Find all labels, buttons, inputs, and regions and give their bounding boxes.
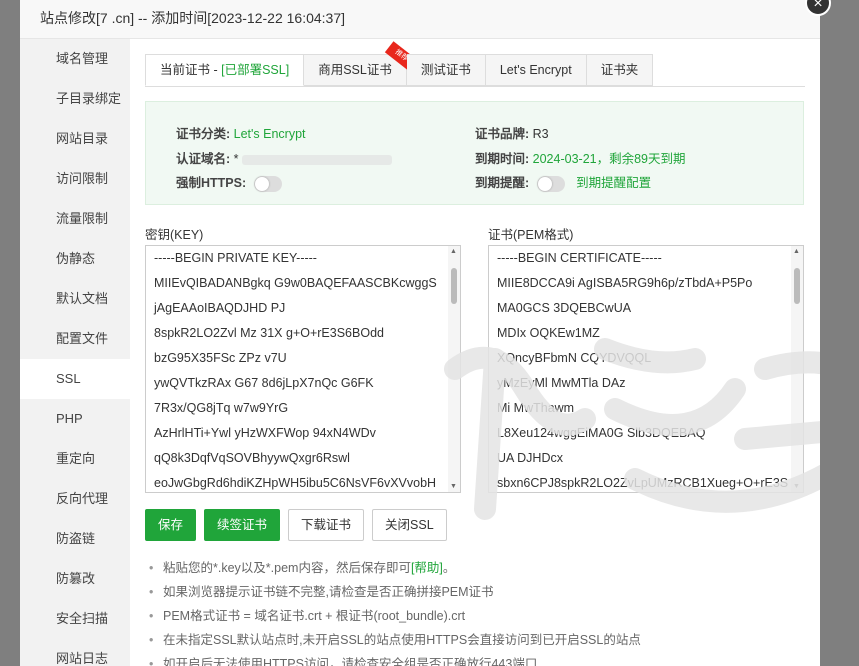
key-scrollbar[interactable]: ▲ ▼ xyxy=(448,246,460,492)
sidebar-item-subdir[interactable]: 子目录绑定 xyxy=(20,79,130,119)
tab-test-cert[interactable]: 测试证书 xyxy=(406,54,486,86)
close-ssl-button[interactable]: 关闭SSL xyxy=(372,509,447,541)
tip-item: 如开启后无法使用HTTPS访问，请检查安全组是否正确放行443端口 xyxy=(145,652,641,666)
cert-category-value: Let's Encrypt xyxy=(233,127,306,141)
cert-expiry-label: 到期时间: xyxy=(475,152,530,166)
cert-category: 证书分类: Let's Encrypt xyxy=(176,123,306,142)
key-line: 8spkR2LO2Zvl Mz 31X g+O+rE3S6BOdd xyxy=(154,326,384,340)
tip-item: 在未指定SSL默认站点时,未开启SSL的站点使用HTTPS会直接访问到已开启SS… xyxy=(145,628,641,652)
cert-brand: 证书品牌: R3 xyxy=(475,123,549,142)
cert-line: MDIx OQKEw1MZ xyxy=(497,326,600,340)
redacted-domain xyxy=(242,154,393,165)
key-textarea[interactable]: -----BEGIN PRIVATE KEY----- MIIEvQIBADAN… xyxy=(145,245,461,493)
expiry-reminder: 到期提醒: 到期提醒配置 xyxy=(475,172,651,192)
tab-current-cert-status: [已部署SSL] xyxy=(221,63,290,77)
sidebar-item-rewrite[interactable]: 伪静态 xyxy=(20,239,130,279)
sidebar-item-ssl[interactable]: SSL xyxy=(20,359,130,399)
tip-end: 。 xyxy=(442,561,456,575)
key-line: -----BEGIN PRIVATE KEY----- xyxy=(154,251,317,265)
key-scrollbar-thumb[interactable] xyxy=(451,268,457,304)
sidebar-item-site-dir[interactable]: 网站目录 xyxy=(20,119,130,159)
sidebar-item-redirect[interactable]: 重定向 xyxy=(20,439,130,479)
sidebar-item-php[interactable]: PHP xyxy=(20,399,130,439)
tab-commercial-ssl-label: 商用SSL证书 xyxy=(318,63,392,77)
key-line: 7R3x/QG8jTq w7w9YrG xyxy=(154,401,289,415)
cert-line: sbxn6CPJ8spkR2LO2ZvLpUMzRCB1Xueg+O+rE3S xyxy=(497,476,789,490)
ssl-tabs: 当前证书 - [已部署SSL] 商用SSL证书 推荐 测试证书 Let's En… xyxy=(145,41,654,86)
cert-domain-label: 认证域名: xyxy=(176,152,231,166)
ssl-panel: 当前证书 - [已部署SSL] 商用SSL证书 推荐 测试证书 Let's En… xyxy=(145,39,820,666)
cert-scrollbar[interactable]: ▲ ▼ xyxy=(791,246,803,492)
tip-item: PEM格式证书 = 域名证书.crt + 根证书(root_bundle).cr… xyxy=(145,604,641,628)
sidebar-item-traffic-limit[interactable]: 流量限制 xyxy=(20,199,130,239)
sidebar-item-reverse-proxy[interactable]: 反向代理 xyxy=(20,479,130,519)
cert-line: MA0GCS 3DQEBCwUA xyxy=(497,301,632,315)
expiry-reminder-toggle[interactable] xyxy=(536,175,565,192)
cert-line: L8Xeu124wggEiMA0G Slb3DQEBAQ xyxy=(497,426,706,440)
renew-cert-button[interactable]: 续签证书 xyxy=(204,509,281,541)
key-line: AzHrlHTi+Ywl yHzWXFWop 94xN4WDv xyxy=(154,426,376,440)
key-line: eoJwGbgRd6hdiKZHpWH5ibu5C6NsVF6vXVvobH xyxy=(154,476,437,490)
sidebar-item-security-scan[interactable]: 安全扫描 xyxy=(20,599,130,639)
sidebar-item-site-log[interactable]: 网站日志 xyxy=(20,639,130,666)
tip-item: 如果浏览器提示证书链不完整,请检查是否正确拼接PEM证书 xyxy=(145,580,641,604)
cert-domain: 认证域名: * xyxy=(176,148,393,167)
cert-info-box: 证书分类: Let's Encrypt 证书品牌: R3 认证域名: * 到期时… xyxy=(145,101,804,205)
cert-expiry-value: 2024-03-21，剩余89天到期 xyxy=(532,152,686,166)
expiry-reminder-label: 到期提醒: xyxy=(475,176,530,190)
cert-line: -----BEGIN CERTIFICATE----- xyxy=(497,251,662,265)
scroll-up-icon[interactable]: ▲ xyxy=(450,248,457,255)
cert-category-label: 证书分类: xyxy=(176,127,231,141)
tips-list: 粘贴您的*.key以及*.pem内容，然后保存即可[帮助]。 如果浏览器提示证书… xyxy=(145,556,641,666)
help-link[interactable]: [帮助] xyxy=(411,561,443,575)
force-https-toggle[interactable] xyxy=(253,175,282,192)
sidebar-item-config-file[interactable]: 配置文件 xyxy=(20,319,130,359)
scroll-down-icon[interactable]: ▼ xyxy=(450,483,457,490)
cert-brand-label: 证书品牌: xyxy=(475,127,530,141)
download-cert-button[interactable]: 下载证书 xyxy=(288,509,365,541)
cert-expiry: 到期时间: 2024-03-21，剩余89天到期 xyxy=(475,148,686,167)
tab-cert-folder[interactable]: 证书夹 xyxy=(586,54,654,86)
tip-text: 粘贴您的*.key以及*.pem内容，然后保存即可 xyxy=(163,561,411,575)
tab-current-cert-label: 当前证书 - xyxy=(160,63,222,77)
cert-textarea[interactable]: -----BEGIN CERTIFICATE----- MIIE8DCCA9i … xyxy=(488,245,804,493)
sidebar: 域名管理 子目录绑定 网站目录 访问限制 流量限制 伪静态 默认文档 配置文件 … xyxy=(20,39,130,666)
key-line: bzG95X35FSc ZPz v7U xyxy=(154,351,287,365)
tab-lets-encrypt[interactable]: Let's Encrypt xyxy=(485,54,587,86)
scroll-down-icon[interactable]: ▼ xyxy=(793,483,800,490)
cert-line: yMzEyMl MwMTla DAz xyxy=(497,376,626,390)
key-label: 密钥(KEY) xyxy=(145,228,204,242)
key-line: MIIEvQIBADANBgkq G9w0BAQEFAASCBKcwggS xyxy=(154,276,437,290)
key-line: ywQVTkzRAx G67 8d6jLpX7nQc G6FK xyxy=(154,376,374,390)
cert-line: XQncyBFbmN CQYDVQQL xyxy=(497,351,652,365)
cert-domain-value: * xyxy=(233,152,239,166)
sidebar-item-default-doc[interactable]: 默认文档 xyxy=(20,279,130,319)
save-button[interactable]: 保存 xyxy=(145,509,197,541)
sidebar-item-hotlink[interactable]: 防盗链 xyxy=(20,519,130,559)
tab-current-cert[interactable]: 当前证书 - [已部署SSL] xyxy=(145,54,305,86)
expiry-reminder-config-link[interactable]: 到期提醒配置 xyxy=(576,176,651,190)
cert-scrollbar-thumb[interactable] xyxy=(794,268,800,304)
sidebar-item-tamper-proof[interactable]: 防篡改 xyxy=(20,559,130,599)
sidebar-item-access-limit[interactable]: 访问限制 xyxy=(20,159,130,199)
key-line: qQ8k3DqfVqSOVBhyywQxgr6Rswl xyxy=(154,451,350,465)
tab-divider xyxy=(145,86,805,87)
site-edit-dialog: 站点修改[7 .cn] -- 添加时间[2023-12-22 16:04:37]… xyxy=(20,0,820,666)
tab-commercial-ssl[interactable]: 商用SSL证书 推荐 xyxy=(304,41,417,86)
action-buttons: 保存 续签证书 下载证书 关闭SSL xyxy=(145,509,447,541)
scroll-up-icon[interactable]: ▲ xyxy=(793,248,800,255)
dialog-title: 站点修改[7 .cn] -- 添加时间[2023-12-22 16:04:37] xyxy=(20,0,820,39)
force-https-label: 强制HTTPS: xyxy=(176,176,247,190)
cert-brand-value: R3 xyxy=(532,127,549,141)
sidebar-item-domain[interactable]: 域名管理 xyxy=(20,39,130,79)
force-https: 强制HTTPS: xyxy=(176,172,282,192)
cert-line: Mi MwThawm xyxy=(497,401,575,415)
cert-line: MIIE8DCCA9i AgISBA5RG9h6p/zTbdA+P5Po xyxy=(497,276,753,290)
tip-item: 粘贴您的*.key以及*.pem内容，然后保存即可[帮助]。 xyxy=(145,556,641,580)
cert-line: UA DJHDcx xyxy=(497,451,563,465)
key-line: jAgEAAoIBAQDJHD PJ xyxy=(154,301,286,315)
cert-label: 证书(PEM格式) xyxy=(488,228,574,242)
